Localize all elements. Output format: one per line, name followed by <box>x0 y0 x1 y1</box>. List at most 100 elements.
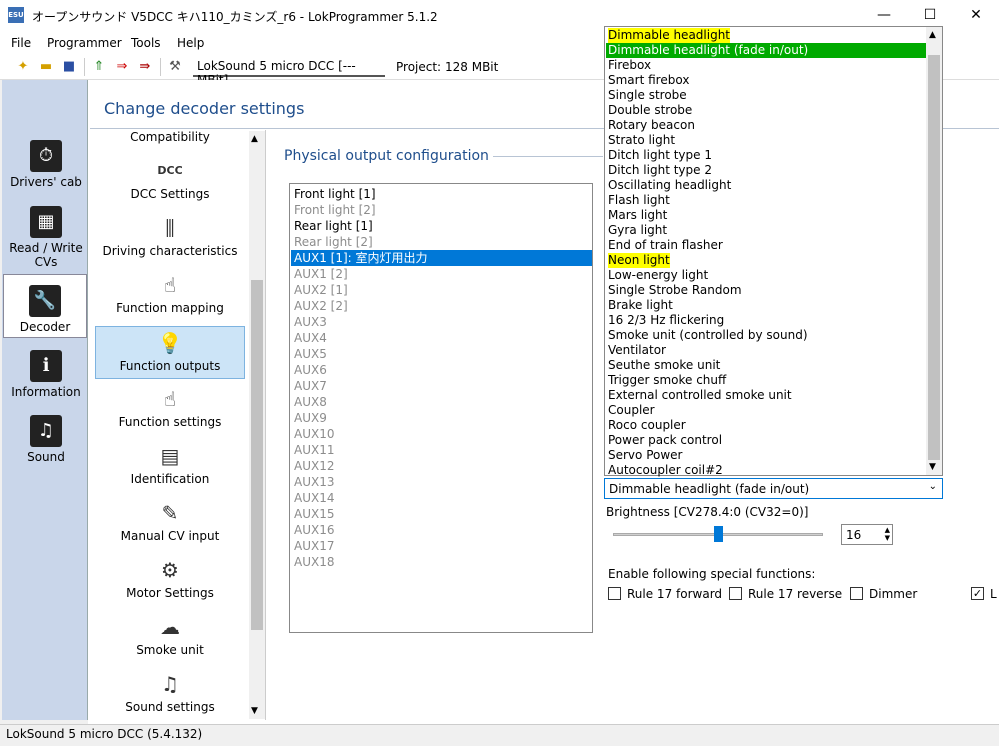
mode-option[interactable]: External controlled smoke unit <box>608 388 792 403</box>
output-item[interactable]: AUX7 <box>294 378 327 394</box>
settings-function-settings[interactable]: ☝ Function settings <box>95 385 245 429</box>
output-item[interactable]: AUX14 <box>294 490 334 506</box>
output-item[interactable]: AUX11 <box>294 442 334 458</box>
rule17-reverse-checkbox[interactable] <box>729 587 742 600</box>
mode-option[interactable]: Ditch light type 1 <box>608 148 712 163</box>
device-select[interactable]: LokSound 5 micro DCC [--- MBit] <box>193 57 385 87</box>
write-decoder-icon[interactable]: ⇒ <box>113 58 131 76</box>
led-mode-checkbox[interactable]: ✓ <box>971 587 984 600</box>
run-icon[interactable]: ⇛ <box>136 58 154 76</box>
scroll-down-icon[interactable]: ▼ <box>251 706 258 716</box>
mode-option[interactable]: Roco coupler <box>608 418 686 433</box>
rule17-forward-checkbox[interactable] <box>608 587 621 600</box>
mode-option[interactable]: Gyra light <box>608 223 667 238</box>
output-item[interactable]: AUX1 [2] <box>294 266 348 282</box>
chevron-up-icon[interactable]: ▲ <box>929 30 936 40</box>
menu-programmer[interactable]: Programmer <box>47 36 122 50</box>
stepper-arrows-icon[interactable]: ▲ ▼ <box>885 526 890 542</box>
mode-option[interactable]: Smart firebox <box>608 73 689 88</box>
settings-scroll-thumb[interactable] <box>251 280 263 630</box>
brightness-slider-thumb[interactable] <box>714 526 723 542</box>
mode-option[interactable]: Ventilator <box>608 343 666 358</box>
settings-compatibility[interactable]: Compatibility <box>95 130 245 144</box>
mode-option[interactable]: Seuthe smoke unit <box>608 358 720 373</box>
scroll-up-icon[interactable]: ▲ <box>251 134 258 144</box>
mode-option[interactable]: Coupler <box>608 403 655 418</box>
dimmer-checkbox[interactable] <box>850 587 863 600</box>
mode-option[interactable]: Single strobe <box>608 88 687 103</box>
mode-option[interactable]: 16 2/3 Hz flickering <box>608 313 724 328</box>
chevron-down-icon[interactable]: ⌄ <box>929 481 937 492</box>
output-item[interactable]: AUX12 <box>294 458 334 474</box>
settings-driving[interactable]: ⫼ Driving characteristics <box>95 214 245 258</box>
nav-decoder[interactable]: 🔧 Decoder <box>3 274 87 338</box>
mode-option[interactable]: Ditch light type 2 <box>608 163 712 178</box>
settings-dcc[interactable]: DCC DCC Settings <box>95 157 245 201</box>
output-item[interactable]: AUX10 <box>294 426 334 442</box>
nav-information[interactable]: ℹ Information <box>4 350 88 399</box>
settings-function-mapping[interactable]: ☝ Function mapping <box>95 271 245 315</box>
nav-read-write-cvs[interactable]: ▦ Read / Write CVs <box>4 206 88 269</box>
settings-manual-cv[interactable]: ✎ Manual CV input <box>95 499 245 543</box>
output-item[interactable]: Front light [1] <box>294 186 376 202</box>
output-item[interactable]: Rear light [2] <box>294 234 373 250</box>
nav-sound[interactable]: ♫ Sound <box>4 415 88 464</box>
dropdown-scroll-thumb[interactable] <box>928 55 940 460</box>
output-item[interactable]: AUX16 <box>294 522 334 538</box>
menu-file[interactable]: File <box>11 36 31 50</box>
chevron-down-icon[interactable]: ▼ <box>929 462 936 472</box>
menu-tools[interactable]: Tools <box>131 36 161 50</box>
settings-motor[interactable]: ⚙ Motor Settings <box>95 556 245 600</box>
output-item[interactable]: AUX4 <box>294 330 327 346</box>
output-item[interactable]: AUX5 <box>294 346 327 362</box>
mode-option[interactable]: Strato light <box>608 133 675 148</box>
output-mode-dropdown: Dimmable headlight Dimmable headlight (fa… <box>604 26 943 478</box>
output-item[interactable]: AUX15 <box>294 506 334 522</box>
output-item[interactable]: AUX13 <box>294 474 334 490</box>
mode-option[interactable]: Flash light <box>608 193 670 208</box>
mode-option[interactable]: Neon light <box>608 253 670 268</box>
tools-icon[interactable]: ⚒ <box>166 58 184 76</box>
mode-option[interactable]: Mars light <box>608 208 667 223</box>
settings-identification[interactable]: ▤ Identification <box>95 442 245 486</box>
brightness-spinbox[interactable]: 16 ▲ ▼ <box>841 524 893 545</box>
close-button[interactable]: ✕ <box>953 0 999 31</box>
settings-sound[interactable]: ♫ Sound settings <box>95 670 245 714</box>
settings-function-outputs[interactable]: 💡 Function outputs <box>95 326 245 379</box>
mode-option[interactable]: Smoke unit (controlled by sound) <box>608 328 808 343</box>
output-item[interactable]: Front light [2] <box>294 202 376 218</box>
mode-option[interactable]: End of train flasher <box>608 238 723 253</box>
output-item[interactable]: AUX17 <box>294 538 334 554</box>
mode-option[interactable]: Power pack control <box>608 433 722 448</box>
mode-option[interactable]: Firebox <box>608 58 651 73</box>
save-icon[interactable]: ■ <box>60 58 78 76</box>
mode-option[interactable]: Oscillating headlight <box>608 178 731 193</box>
mode-option[interactable]: Double strobe <box>608 103 692 118</box>
read-decoder-icon[interactable]: ⇑ <box>90 58 108 76</box>
mode-option[interactable]: Dimmable headlight (fade in/out) <box>606 43 926 58</box>
mode-option[interactable]: Servo Power <box>608 448 682 463</box>
mode-option[interactable]: Rotary beacon <box>608 118 695 133</box>
mode-option[interactable]: Single Strobe Random <box>608 283 742 298</box>
nav-drivers-cab[interactable]: ⏱ Drivers' cab <box>4 140 88 189</box>
output-item[interactable]: AUX2 [2] <box>294 298 348 314</box>
output-item[interactable]: AUX1 [1]: 室内灯用出力 <box>291 250 592 266</box>
mode-option[interactable]: Brake light <box>608 298 673 313</box>
output-item[interactable]: AUX8 <box>294 394 327 410</box>
mode-option[interactable]: Trigger smoke chuff <box>608 373 726 388</box>
new-icon[interactable]: ✦ <box>14 58 32 76</box>
open-folder-icon[interactable]: ▬ <box>37 58 55 76</box>
output-item[interactable]: AUX9 <box>294 410 327 426</box>
settings-label: Compatibility <box>130 130 210 144</box>
output-item[interactable]: AUX2 [1] <box>294 282 348 298</box>
output-item[interactable]: AUX3 <box>294 314 327 330</box>
settings-smoke-unit[interactable]: ☁ Smoke unit <box>95 613 245 657</box>
output-item[interactable]: Rear light [1] <box>294 218 373 234</box>
mode-option[interactable]: Dimmable headlight <box>608 28 731 43</box>
mode-option[interactable]: Low-energy light <box>608 268 708 283</box>
output-item[interactable]: AUX6 <box>294 362 327 378</box>
mode-option[interactable]: Autocoupler coil#2 <box>608 463 723 478</box>
output-item[interactable]: AUX18 <box>294 554 334 570</box>
output-mode-combo[interactable]: Dimmable headlight (fade in/out) ⌄ <box>604 478 943 499</box>
menu-help[interactable]: Help <box>177 36 204 50</box>
